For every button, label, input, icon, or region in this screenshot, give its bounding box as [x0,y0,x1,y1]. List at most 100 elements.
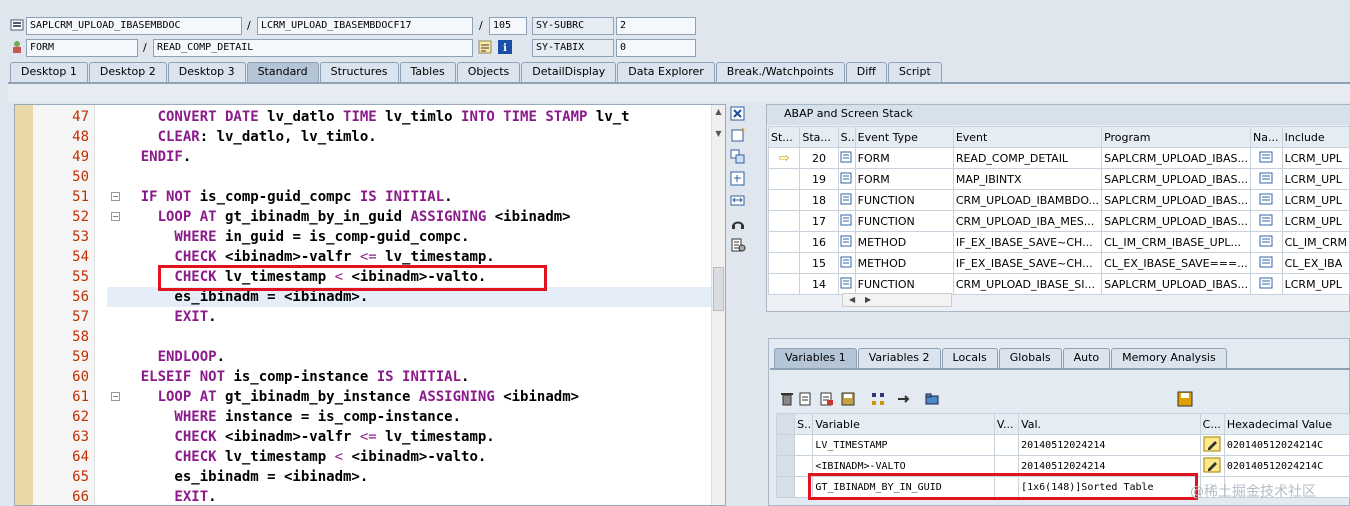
variable-column-header[interactable]: Variable [812,413,995,435]
stack-column-header[interactable]: Event Type [854,126,954,148]
code-line[interactable]: ENDLOOP. [107,347,725,367]
variable-value[interactable]: 20140512024214 [1018,434,1201,456]
tab-memory-analysis[interactable]: Memory Analysis [1111,348,1227,368]
tab-break-watchpoints[interactable]: Break./Watchpoints [715,62,845,82]
stack-column-header[interactable]: S... [837,126,856,148]
change-value-pencil-icon[interactable] [1199,455,1225,477]
change-value-pencil-icon[interactable] [1199,434,1225,456]
fold-toggle-icon[interactable]: − [111,192,120,201]
navigate-icon[interactable] [1250,252,1283,274]
event-type-field[interactable]: FORM [26,39,138,57]
variable-column-header[interactable]: C... [1199,413,1225,435]
source-code-editor[interactable]: 47 CONVERT DATE lv_datlo TIME lv_timlo I… [14,104,726,506]
row-selector[interactable] [775,434,796,456]
navigate-icon[interactable] [1250,231,1283,253]
tab-desktop-3[interactable]: Desktop 3 [167,62,246,82]
program-field[interactable]: SAPLCRM_UPLOAD_IBASEMBDOC [26,17,242,35]
stack-column-header[interactable]: Sta... [799,126,839,148]
stack-column-header[interactable]: St... [767,126,801,148]
debugger-settings-icon[interactable] [730,237,746,253]
code-line[interactable]: IF NOT is_comp-guid_compc IS INITIAL. [107,187,725,207]
edit-icon[interactable] [819,391,835,407]
stack-column-header[interactable]: Event [952,126,1103,148]
stack-column-header[interactable]: Na... [1250,126,1283,148]
tab-desktop-1[interactable]: Desktop 1 [10,62,88,82]
scroll-up-arrow[interactable]: ▲ [713,107,724,117]
tab-tables[interactable]: Tables [399,62,456,82]
document-icon[interactable] [478,40,492,54]
row-selector[interactable] [775,476,796,498]
variable-row[interactable]: LV_TIMESTAMP 20140512024214 02014051202421… [775,434,1350,456]
stack-row[interactable]: 19 FORM MAP_IBINTX SAPLCRM_UPLOAD_IBAS... LC… [767,168,1350,190]
folder-icon[interactable] [924,391,940,407]
editor-vertical-scrollbar[interactable]: ▲ ▼ [711,105,725,505]
scroll-down-arrow[interactable]: ▼ [713,129,724,139]
variable-column-header[interactable]: Val. [1018,413,1201,435]
tab-variables-1[interactable]: Variables 1 [774,348,857,368]
navigate-icon[interactable] [1250,273,1283,295]
navigate-icon[interactable] [896,391,912,407]
close-icon[interactable] [730,106,746,122]
tab-diff[interactable]: Diff [845,62,887,82]
variable-column-header[interactable]: V... [993,413,1020,435]
variable-column-header[interactable]: Hexadecimal Value [1223,413,1350,435]
navigate-icon[interactable] [1250,147,1283,169]
breakpoint-gutter[interactable] [15,105,33,505]
stack-column-header[interactable]: Program [1101,126,1252,148]
tab-locals[interactable]: Locals [941,348,998,368]
code-line[interactable]: LOOP AT gt_ibinadm_by_in_guid ASSIGNING … [107,207,725,227]
navigate-icon[interactable] [1250,168,1283,190]
new-tool-icon[interactable] [730,127,746,143]
code-line[interactable]: WHERE instance = is_comp-instance. [107,407,725,427]
row-selector[interactable] [775,455,796,477]
code-line[interactable]: CLEAR: lv_datlo, lv_timlo. [107,127,725,147]
include-field[interactable]: LCRM_UPLOAD_IBASEMBDOCF17 [257,17,473,35]
event-field[interactable]: READ_COMP_DETAIL [153,39,473,57]
swap-tool-icon[interactable] [730,149,746,165]
code-line[interactable]: CHECK lv_timestamp < <ibinadm>-valto. [107,447,725,467]
sy-tabix-value[interactable]: 0 [616,39,696,57]
stack-column-header[interactable]: Include [1281,126,1350,148]
code-line[interactable]: CONVERT DATE lv_datlo TIME lv_timlo INTO… [107,107,725,127]
hierarchy-icon[interactable] [870,391,886,407]
delete-icon[interactable] [779,391,795,407]
scroll-right-arrow[interactable]: ▶ [865,294,871,306]
tab-data-explorer[interactable]: Data Explorer [617,62,715,82]
code-line[interactable]: es_ibinadm = <ibinadm>. [107,467,725,487]
navigate-icon[interactable] [1250,189,1283,211]
tab-variables-2[interactable]: Variables 2 [857,348,941,368]
tab-script[interactable]: Script [887,62,942,82]
scroll-thumb[interactable] [713,267,724,311]
stack-row[interactable]: ⇨ 20 FORM READ_COMP_DETAIL SAPLCRM_UPLOAD_IB… [767,147,1350,169]
fold-toggle-icon[interactable]: − [111,392,120,401]
insert-row-icon[interactable] [798,391,814,407]
stack-row[interactable]: 17 FUNCTION CRM_UPLOAD_IBA_MES... SAPLCRM_U… [767,210,1350,232]
stack-row[interactable]: 18 FUNCTION CRM_UPLOAD_IBAMBDO... SAPLCRM_U… [767,189,1350,211]
line-field[interactable]: 105 [489,17,527,35]
code-line[interactable]: ENDIF. [107,147,725,167]
stack-horizontal-scrollbar[interactable]: ◀ ▶ [842,293,952,307]
tab-desktop-2[interactable]: Desktop 2 [88,62,167,82]
code-line[interactable]: ELSEIF NOT is_comp-instance IS INITIAL. [107,367,725,387]
tab-detaildisplay[interactable]: DetailDisplay [521,62,617,82]
fold-toggle-icon[interactable]: − [111,212,120,221]
save-icon[interactable] [840,391,856,407]
code-line[interactable] [107,167,725,187]
code-line[interactable] [107,327,725,347]
maximize-tool-icon[interactable] [730,171,746,187]
info-icon[interactable]: i [498,40,512,54]
stack-row[interactable]: 16 METHOD IF_EX_IBASE_SAVE~CH... CL_IM_CRM_… [767,231,1350,253]
stack-row[interactable]: 14 FUNCTION CRM_UPLOAD_IBASE_SI... SAPLCRM_… [767,273,1350,295]
tab-standard[interactable]: Standard [246,62,319,82]
code-line[interactable]: CHECK <ibinadm>-valfr <= lv_timestamp. [107,247,725,267]
variable-column-header[interactable]: S... [794,413,814,435]
stack-row[interactable]: 15 METHOD IF_EX_IBASE_SAVE~CH... CL_EX_IBAS… [767,252,1350,274]
save-layout-icon[interactable] [1177,391,1193,407]
tab-globals[interactable]: Globals [998,348,1062,368]
expand-tool-icon[interactable] [730,193,746,209]
code-line[interactable]: LOOP AT gt_ibinadm_by_instance ASSIGNING… [107,387,725,407]
navigate-icon[interactable] [1250,210,1283,232]
scroll-left-arrow[interactable]: ◀ [849,294,855,306]
tab-objects[interactable]: Objects [456,62,521,82]
variable-name[interactable]: LV_TIMESTAMP [812,434,995,456]
